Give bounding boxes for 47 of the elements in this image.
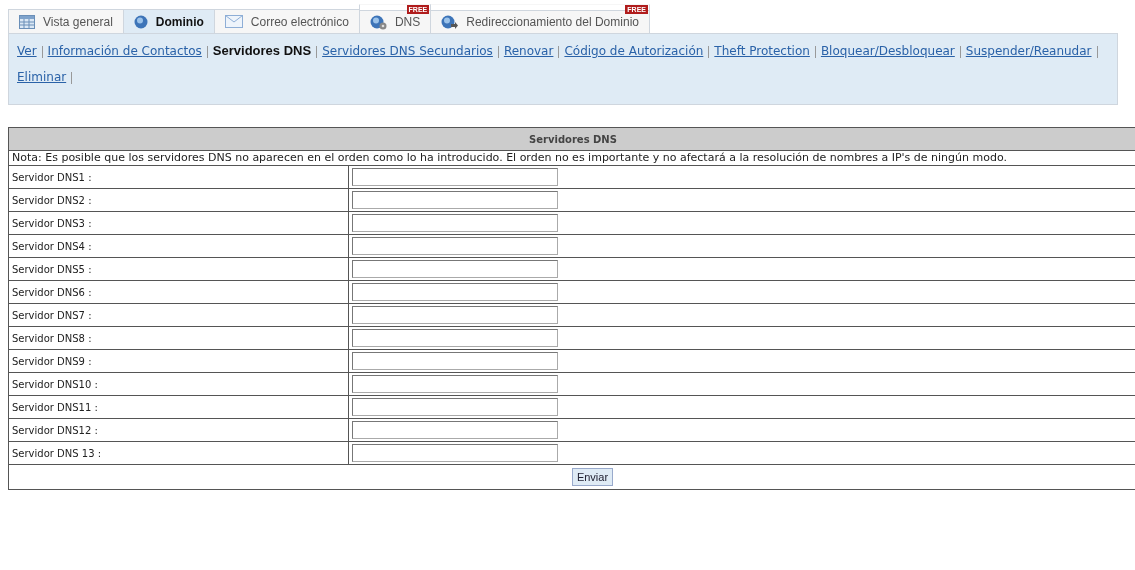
calendar-grid-icon [19, 14, 35, 29]
nav-link[interactable]: Eliminar [17, 70, 67, 84]
nav-link[interactable]: Theft Protection [714, 44, 810, 58]
input-field[interactable] [352, 329, 558, 347]
field-label: Servidor DNS3 : [8, 211, 349, 235]
current-page-label: Servidores DNS [212, 43, 312, 58]
input-field[interactable] [352, 352, 558, 370]
input-field[interactable] [352, 398, 558, 416]
nav-link[interactable]: Información de Contactos [47, 44, 202, 58]
tab[interactable]: Dominio [122, 9, 215, 33]
field-label: Servidor DNS10 : [8, 372, 349, 396]
input-field[interactable] [352, 191, 558, 209]
field-label: Servidor DNS 13 : [8, 441, 349, 465]
field-label: Servidor DNS6 : [8, 280, 349, 304]
nav-link[interactable]: Servidores DNS Secundarios [322, 44, 493, 58]
field-label: Servidor DNS11 : [8, 395, 349, 419]
submit-button[interactable]: Enviar [571, 468, 614, 486]
input-field[interactable] [352, 283, 558, 301]
globe-arrow-icon [441, 15, 459, 29]
nav-link[interactable]: Código de Autorización [564, 44, 704, 58]
field-label: Servidor DNS8 : [8, 326, 349, 350]
field-label: Servidor DNS4 : [8, 234, 349, 258]
note-text: Nota: Es posible que los servidores DNS no aparecen en el orden como lo ha introducido. El orden no es importante y no afectará a la resolución de nombres a IP's de ningún modo. [8, 150, 1135, 166]
nav-link[interactable]: Suspender/Reanudar [965, 44, 1092, 58]
input-field[interactable] [352, 444, 558, 462]
input-field[interactable] [352, 306, 558, 324]
nav-link[interactable]: Ver [17, 44, 37, 58]
input-field[interactable] [352, 375, 558, 393]
field-label: Servidor DNS12 : [8, 418, 349, 442]
input-field[interactable] [352, 168, 558, 186]
globe-gear-icon [369, 14, 387, 30]
globe-icon [133, 14, 148, 29]
input-field[interactable] [352, 237, 558, 255]
input-field[interactable] [352, 214, 558, 232]
field-label: Servidor DNS7 : [8, 303, 349, 327]
field-label: Servidor DNS2 : [8, 188, 349, 212]
field-label: Servidor DNS1 : [8, 165, 349, 189]
table-header: Servidores DNS [8, 127, 1135, 151]
input-field[interactable] [352, 260, 558, 278]
field-label: Servidor DNS9 : [8, 349, 349, 373]
field-label: Servidor DNS5 : [8, 257, 349, 281]
envelope-icon [224, 15, 243, 28]
tab[interactable]: Vista general [8, 9, 124, 33]
nav-link[interactable]: Renovar [503, 44, 554, 58]
tab[interactable]: Correo electrónico [213, 9, 360, 33]
input-field[interactable] [352, 421, 558, 439]
nav-link[interactable]: Bloquear/Desbloquear [820, 44, 955, 58]
